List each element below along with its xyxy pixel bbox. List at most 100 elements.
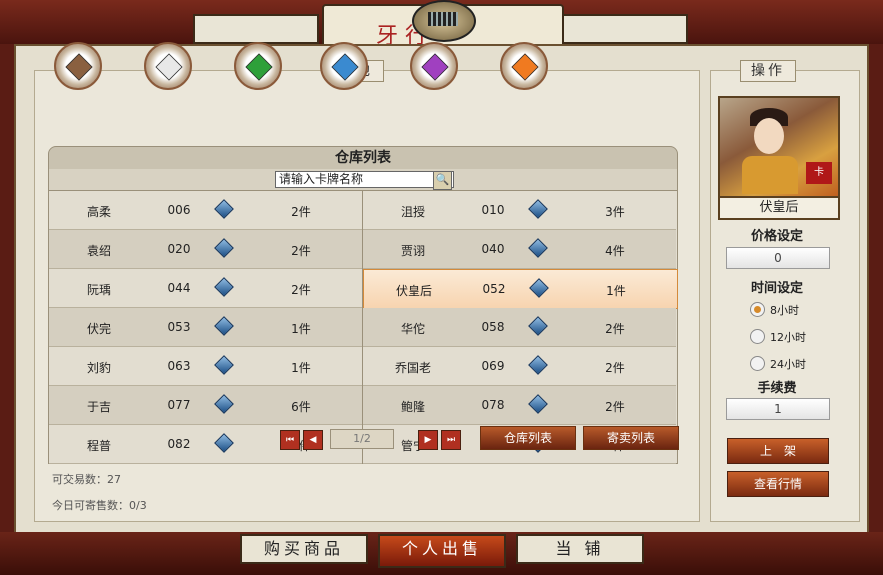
filter-purple-orb[interactable] <box>410 42 458 90</box>
title-slot-right <box>560 14 688 44</box>
title-slot-left <box>193 14 319 44</box>
card-count: 1件 <box>606 284 626 298</box>
card-name: 阮瑀 <box>86 283 111 297</box>
today-sellable: 今日可寄售数：0/3 <box>52 499 147 512</box>
card-name: 贾诩 <box>400 244 425 258</box>
page-indicator: 1/2 <box>330 429 394 449</box>
operation-tag: 操作 <box>740 60 796 82</box>
gem-icon <box>528 238 548 258</box>
gem-icon <box>214 238 234 258</box>
gem-icon <box>214 277 234 297</box>
search-input[interactable]: 请输入卡牌名称 <box>275 171 454 188</box>
table-row[interactable]: 华佗 058 2件 <box>363 308 676 347</box>
fee-value: 1 <box>726 398 830 420</box>
card-number: 058 <box>481 320 505 334</box>
gem-icon <box>214 433 234 453</box>
selected-card-name: 伏皇后 <box>718 196 840 220</box>
card-table: 高柔 006 2件 沮授 010 3件 袁绍 020 2件 贾诩 040 4件 阮瑀 044 2件 伏皇后 05… <box>48 190 678 464</box>
card-count: 2件 <box>291 283 311 297</box>
card-name: 程普 <box>86 439 111 453</box>
filter-all-orb[interactable] <box>54 42 102 90</box>
time-24h-label: 24小时 <box>770 358 806 371</box>
time-12h-radio[interactable] <box>750 329 765 344</box>
white-cube-icon <box>155 53 183 81</box>
emblem-icon <box>412 0 476 42</box>
card-number: 063 <box>167 359 191 373</box>
table-row[interactable]: 袁绍 020 2件 <box>49 230 362 269</box>
table-row[interactable]: 于吉 077 6件 <box>49 386 362 425</box>
card-name: 华佗 <box>400 322 425 336</box>
card-number: 078 <box>481 398 505 412</box>
next-page-icon[interactable]: ▶ <box>418 430 438 450</box>
table-row[interactable]: 沮授 010 3件 <box>363 191 676 230</box>
card-name: 伏皇后 <box>395 284 432 298</box>
card-count: 2件 <box>291 244 311 258</box>
filter-orange-orb[interactable] <box>500 42 548 90</box>
card-logo-icon: 卡 <box>806 162 832 184</box>
card-number: 040 <box>481 242 505 256</box>
card-number: 006 <box>167 203 191 217</box>
gem-icon <box>214 316 234 336</box>
card-name: 刘豹 <box>86 361 111 375</box>
price-input[interactable]: 0 <box>726 247 830 269</box>
table-row[interactable]: 乔国老 069 2件 <box>363 347 676 386</box>
card-number: 053 <box>167 320 191 334</box>
list-title: 仓库列表 <box>48 146 678 170</box>
card-count: 2件 <box>605 361 625 375</box>
filter-blue-orb[interactable] <box>320 42 368 90</box>
gem-icon <box>528 199 548 219</box>
blue-cube-icon <box>331 53 359 81</box>
gem-icon <box>528 394 548 414</box>
tab-buy[interactable]: 购买商品 <box>240 534 368 564</box>
table-row[interactable]: 鲍隆 078 2件 <box>363 386 676 425</box>
card-count: 4件 <box>605 244 625 258</box>
all-cards-icon <box>65 53 93 81</box>
card-name: 于吉 <box>86 400 111 414</box>
price-label: 价格设定 <box>750 229 803 244</box>
table-row[interactable]: 刘豹 063 1件 <box>49 347 362 386</box>
time-24h-radio[interactable] <box>750 356 765 371</box>
purple-cube-icon <box>421 53 449 81</box>
table-row[interactable]: 贾诩 040 4件 <box>363 230 676 269</box>
time-8h-radio[interactable] <box>750 302 765 317</box>
card-number: 020 <box>167 242 191 256</box>
filter-white-orb[interactable] <box>144 42 192 90</box>
card-number: 077 <box>167 398 191 412</box>
last-page-icon[interactable]: ⏭ <box>441 430 461 450</box>
time-12h-label: 12小时 <box>770 331 806 344</box>
time-8h-label: 8小时 <box>770 304 799 317</box>
gem-icon <box>214 394 234 414</box>
search-icon[interactable]: 🔍 <box>433 171 452 190</box>
list-item-button[interactable]: 上 架 <box>727 438 829 464</box>
card-number: 010 <box>481 203 505 217</box>
card-name: 高柔 <box>86 205 111 219</box>
tab-pawnshop[interactable]: 当 铺 <box>516 534 644 564</box>
card-count: 1件 <box>291 322 311 336</box>
card-portrait: 卡 <box>718 96 840 198</box>
table-row[interactable]: 阮瑀 044 2件 <box>49 269 362 308</box>
filter-green-orb[interactable] <box>234 42 282 90</box>
first-page-icon[interactable]: ⏮ <box>280 430 300 450</box>
card-count: 6件 <box>291 400 311 414</box>
card-name: 伏完 <box>86 322 111 336</box>
card-count: 2件 <box>605 400 625 414</box>
warehouse-list-button[interactable]: 仓库列表 <box>480 426 576 450</box>
card-number: 069 <box>481 359 505 373</box>
view-market-button[interactable]: 查看行情 <box>727 471 829 497</box>
card-count: 2件 <box>291 205 311 219</box>
table-row[interactable]: 伏皇后 052 1件 <box>363 269 678 309</box>
card-number: 082 <box>167 437 191 451</box>
card-number: 044 <box>167 281 191 295</box>
gem-icon <box>214 355 234 375</box>
card-count: 1件 <box>291 361 311 375</box>
table-row[interactable]: 高柔 006 2件 <box>49 191 362 230</box>
table-row[interactable]: 伏完 053 1件 <box>49 308 362 347</box>
card-name: 乔国老 <box>394 361 431 375</box>
card-name: 鲍隆 <box>400 400 425 414</box>
orange-cube-icon <box>511 53 539 81</box>
consign-list-button[interactable]: 寄卖列表 <box>583 426 679 450</box>
search-row: 请输入卡牌名称 🔍 <box>48 169 678 190</box>
prev-page-icon[interactable]: ◀ <box>303 430 323 450</box>
tab-personal-sell[interactable]: 个人出售 <box>378 534 506 568</box>
card-name: 沮授 <box>400 205 425 219</box>
